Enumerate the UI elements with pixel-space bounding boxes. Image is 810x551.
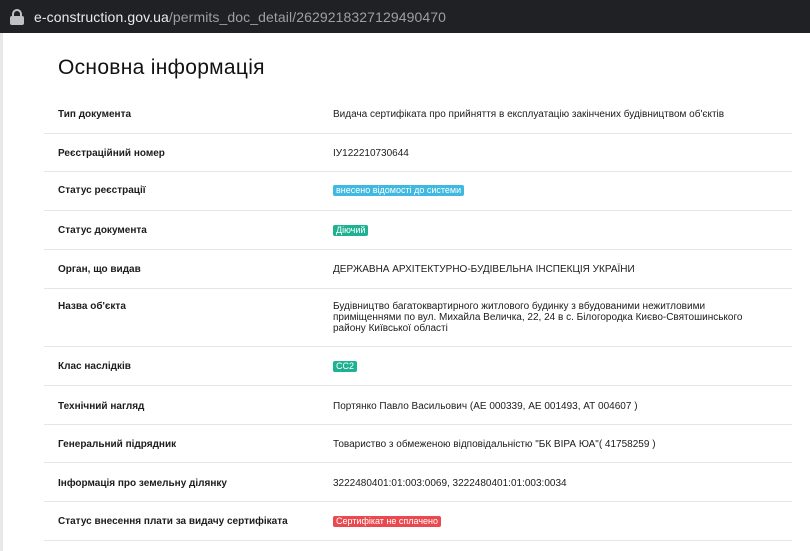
table-row: Назва об'єкта Будівництво багатоквартирн… (44, 289, 792, 347)
status-badge: Діючий (333, 225, 369, 236)
table-row: Клас наслідків СС2 (44, 347, 792, 386)
row-label: Тип документа (58, 109, 132, 120)
table-row: Статус внесення плати за видачу сертифік… (44, 502, 792, 541)
row-value: ДЕРЖАВНА АРХІТЕКТУРНО-БУДІВЕЛЬНА ІНСПЕКЦ… (333, 264, 635, 275)
section-title: Основна інформація (58, 56, 265, 79)
lock-icon[interactable] (10, 8, 24, 25)
row-value: внесено відомості до системи (333, 172, 773, 210)
status-badge: внесено відомості до системи (333, 185, 465, 196)
row-value: Діючий (333, 211, 773, 249)
table-row: Орган, що видав ДЕРЖАВНА АРХІТЕКТУРНО-БУ… (44, 250, 792, 289)
row-label: Орган, що видав (58, 264, 141, 275)
info-table: Тип документа Видача сертифіката про при… (44, 95, 792, 541)
row-label: Технічний нагляд (58, 401, 145, 412)
row-label: Статус документа (58, 225, 147, 236)
row-value: Портянко Павло Васильович (АЕ 000339, АЕ… (333, 401, 638, 412)
row-label: Клас наслідків (58, 361, 131, 372)
row-value: 3222480401:01:003:0069, 3222480401:01:00… (333, 478, 567, 489)
row-value: Видача сертифіката про прийняття в експл… (333, 109, 725, 120)
row-value: ІУ122210730644 (333, 148, 409, 159)
row-value: Товариство з обмеженою відповідальністю … (333, 439, 656, 450)
table-row: Технічний нагляд Портянко Павло Васильов… (44, 386, 792, 425)
class-badge: СС2 (333, 361, 358, 372)
url-path: /permits_doc_detail/2629218327129490470 (168, 8, 447, 25)
url-text[interactable]: e-construction.gov.ua/permits_doc_detail… (34, 9, 446, 25)
row-label: Назва об'єкта (58, 301, 126, 312)
url-host: e-construction.gov.ua (34, 8, 169, 25)
table-row: Статус реєстрації внесено відомості до с… (44, 172, 792, 211)
row-label: Інформація про земельну ділянку (58, 478, 227, 489)
row-value: Сертифікат не сплачено (333, 502, 773, 540)
row-value: Будівництво багатоквартирного житлового … (333, 301, 743, 334)
table-row: Статус документа Діючий (44, 211, 792, 250)
table-row: Інформація про земельну ділянку 32224804… (44, 463, 792, 502)
row-value: СС2 (333, 347, 773, 385)
page-left-edge (0, 33, 3, 551)
payment-status-badge: Сертифікат не сплачено (333, 516, 442, 527)
row-label: Статус внесення плати за видачу сертифік… (58, 516, 288, 527)
row-label: Генеральний підрядник (58, 439, 177, 450)
browser-address-bar[interactable]: e-construction.gov.ua/permits_doc_detail… (0, 0, 810, 33)
table-row: Реєстраційний номер ІУ122210730644 (44, 134, 792, 172)
row-label: Реєстраційний номер (58, 148, 165, 159)
row-label: Статус реєстрації (58, 185, 146, 196)
table-row: Тип документа Видача сертифіката про при… (44, 95, 792, 134)
table-row: Генеральний підрядник Товариство з обмеж… (44, 425, 792, 463)
